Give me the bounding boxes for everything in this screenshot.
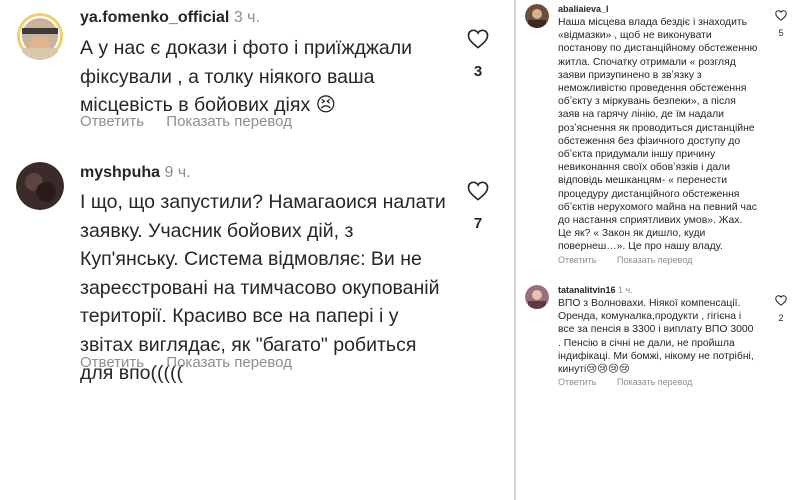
user-photo-avatar-icon — [17, 13, 63, 60]
username-text[interactable]: abaliaieva_l — [558, 4, 609, 14]
username-text[interactable]: tatanalitvin16 — [558, 285, 616, 295]
translate-button[interactable]: Показать перевод — [166, 354, 292, 371]
translate-button[interactable]: Показать перевод — [617, 255, 692, 265]
comment-text: А у нас є докази і фото і приїжджали фік… — [80, 37, 413, 116]
username-text[interactable]: ya.fomenko_official — [80, 9, 229, 26]
like-count: 3 — [473, 63, 483, 80]
like-control: 7 — [465, 181, 491, 232]
comment-time: 3 ч. — [233, 9, 260, 26]
username[interactable]: myshpuha 9 ч. — [80, 164, 191, 182]
reply-button[interactable]: Ответить — [80, 354, 144, 371]
username[interactable]: ya.fomenko_official 3 ч. — [80, 9, 260, 27]
avatar[interactable] — [525, 4, 549, 28]
avatar[interactable] — [16, 12, 64, 60]
comment-text: Наша місцева влада бездіє і знаходить «в… — [558, 17, 758, 253]
user-photo-avatar-icon — [525, 4, 549, 28]
heart-icon[interactable] — [467, 29, 489, 49]
reply-button[interactable]: Ответить — [80, 113, 144, 130]
avatar[interactable] — [525, 285, 549, 309]
avatar[interactable] — [16, 162, 64, 210]
comment-text: ВПО з Волновахи. Ніякої компенсації. Оре… — [558, 298, 754, 376]
right-comments-panel: abaliaieva_l Наша місцева влада бездіє і… — [516, 0, 800, 500]
heart-icon[interactable] — [775, 10, 787, 21]
comment-actions: Ответить Показать перевод — [558, 255, 710, 265]
like-control: 3 — [465, 29, 491, 80]
reply-button[interactable]: Ответить — [558, 377, 596, 387]
translate-button[interactable]: Показать перевод — [166, 113, 292, 130]
username[interactable]: tatanalitvin16 1 ч. — [558, 285, 633, 295]
like-count: 2 — [778, 313, 784, 323]
comment-actions: Ответить Показать перевод — [80, 354, 310, 371]
like-count: 7 — [473, 215, 483, 232]
username-text[interactable]: myshpuha — [80, 164, 160, 181]
user-photo-avatar-icon — [525, 285, 549, 309]
heart-icon[interactable] — [467, 181, 489, 201]
comment-time: 1 ч. — [618, 285, 633, 295]
like-count: 5 — [778, 28, 784, 38]
heart-icon[interactable] — [775, 295, 787, 306]
reply-button[interactable]: Ответить — [558, 255, 596, 265]
like-control: 2 — [774, 295, 788, 323]
left-comments-panel: ya.fomenko_official 3 ч. А у нас є доказ… — [0, 0, 514, 500]
username[interactable]: abaliaieva_l — [558, 4, 609, 14]
comment-actions: Ответить Показать перевод — [558, 377, 710, 387]
comment-actions: Ответить Показать перевод — [80, 113, 310, 130]
user-photo-avatar-icon — [16, 162, 64, 210]
comment-time: 9 ч. — [164, 164, 191, 181]
translate-button[interactable]: Показать перевод — [617, 377, 692, 387]
like-control: 5 — [774, 10, 788, 38]
